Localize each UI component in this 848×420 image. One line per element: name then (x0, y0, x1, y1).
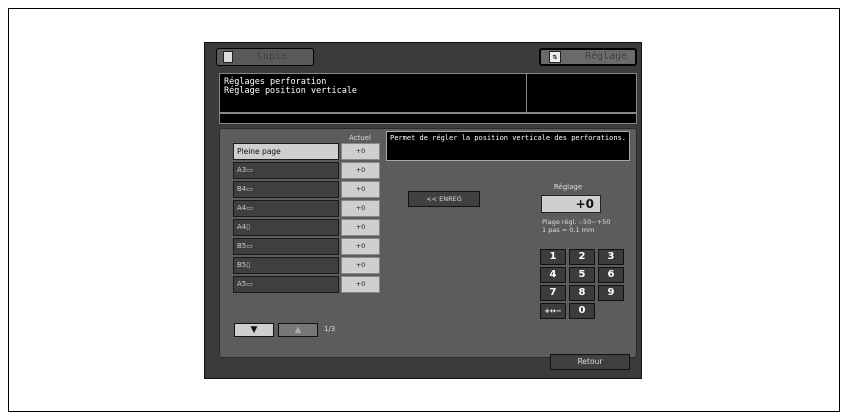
list-item-name: A3▭ (233, 162, 339, 179)
reglage-value: +0 (541, 195, 601, 213)
copy-icon (223, 51, 233, 63)
retour-button[interactable]: Retour (550, 354, 630, 370)
key-7[interactable]: 7 (540, 285, 566, 301)
key-3[interactable]: 3 (598, 249, 624, 265)
list-item[interactable]: B5▯ +0 (233, 257, 380, 274)
list-item-value: +0 (341, 162, 380, 179)
list-item[interactable]: A4▭ +0 (233, 200, 380, 217)
list-item-value: +0 (341, 276, 380, 293)
header-subtitle: Réglage position verticale (224, 86, 358, 96)
key-0[interactable]: 0 (569, 303, 595, 319)
header-divider (526, 74, 527, 112)
list-item[interactable]: B4▭ +0 (233, 181, 380, 198)
list-item-name: B4▭ (233, 181, 339, 198)
key-2[interactable]: 2 (569, 249, 595, 265)
list-item-name: A5▭ (233, 276, 339, 293)
list-item[interactable]: A5▭ +0 (233, 276, 380, 293)
enreg-button[interactable]: << ENREG (408, 191, 480, 207)
key-8[interactable]: 8 (569, 285, 595, 301)
list-item-name: A4▭ (233, 200, 339, 217)
reglage-label: Réglage (553, 183, 583, 191)
tab-reglage-label: Réglage (585, 51, 628, 62)
key-6[interactable]: 6 (598, 267, 624, 283)
list-item-value: +0 (341, 238, 380, 255)
tab-copie-label: Copie (257, 51, 288, 62)
list-item-name: B5▯ (233, 257, 339, 274)
list-item[interactable]: A4▯ +0 (233, 219, 380, 236)
list-item-value: +0 (341, 219, 380, 236)
list-item-value: +0 (341, 143, 380, 160)
list-item-value: +0 (341, 181, 380, 198)
header-display: Réglages perforation Réglage position ve… (219, 73, 637, 113)
column-header-actuel: Actuel (349, 134, 371, 142)
control-panel: Copie ⇅ Réglage Réglages perforation Rég… (204, 42, 642, 379)
tab-reglage[interactable]: ⇅ Réglage (539, 48, 637, 66)
tab-copie[interactable]: Copie (216, 48, 314, 66)
scroll-down-button[interactable]: ▼ (234, 323, 274, 337)
list-item-name: Pleine page (233, 143, 339, 160)
adjust-icon: ⇅ (549, 51, 561, 63)
range-text: Plage régl. :-50~+50 (542, 218, 611, 226)
list-item-name: A4▯ (233, 219, 339, 236)
key-5[interactable]: 5 (569, 267, 595, 283)
list-item[interactable]: A3▭ +0 (233, 162, 380, 179)
list-item[interactable]: Pleine page +0 (233, 143, 380, 160)
step-text: 1 pas = 0,1 mm (542, 226, 595, 234)
page-indicator: 1/3 (324, 325, 336, 333)
triangle-down-icon: ▼ (250, 325, 258, 335)
scroll-up-button[interactable]: ▲ (278, 323, 318, 337)
list-item-value: +0 (341, 257, 380, 274)
help-message: Permet de régler la position verticale d… (386, 131, 630, 161)
key-9[interactable]: 9 (598, 285, 624, 301)
list-item[interactable]: B5▭ +0 (233, 238, 380, 255)
list-item-value: +0 (341, 200, 380, 217)
key-1[interactable]: 1 (540, 249, 566, 265)
triangle-up-icon: ▲ (294, 325, 302, 335)
list-item-name: B5▭ (233, 238, 339, 255)
key-plus-minus[interactable]: +↔− (540, 303, 566, 319)
status-strip (219, 113, 637, 124)
settings-area: Actuel Pleine page +0 A3▭ +0 B4▭ +0 A4▭ … (219, 128, 637, 358)
key-4[interactable]: 4 (540, 267, 566, 283)
